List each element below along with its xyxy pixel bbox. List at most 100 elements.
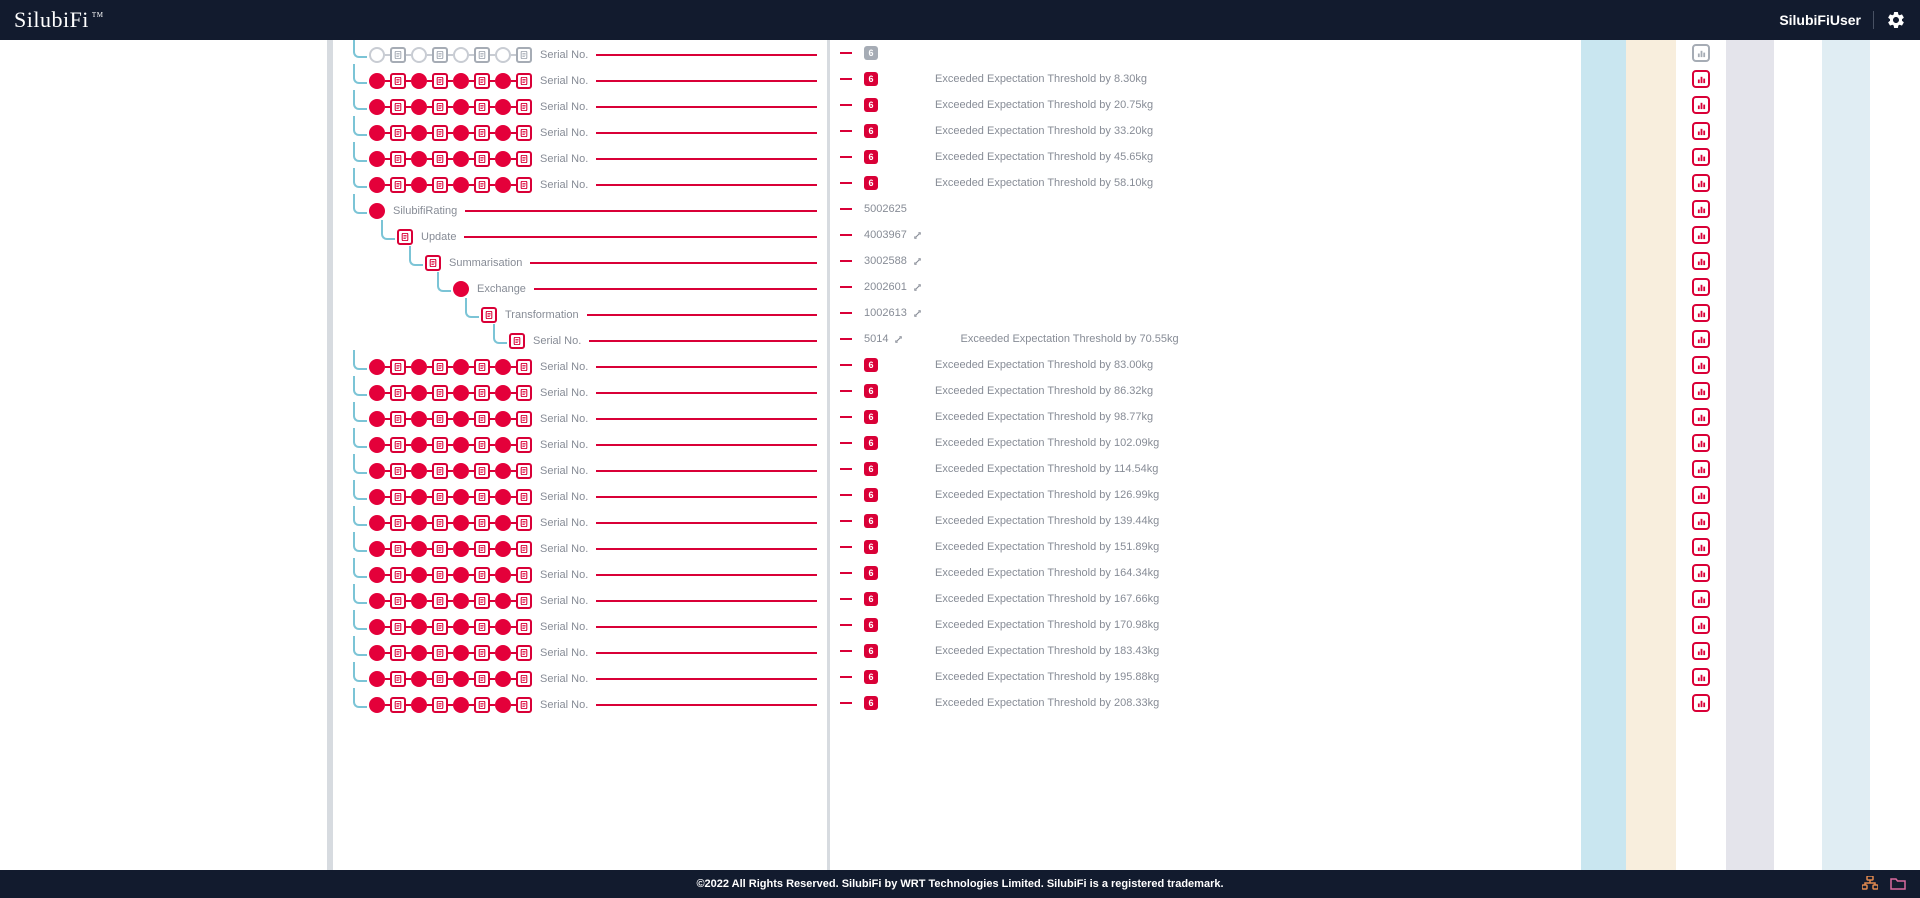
tree-row[interactable]: Serial No. xyxy=(333,692,827,718)
doc-icon[interactable] xyxy=(474,463,490,479)
doc-icon[interactable] xyxy=(390,541,406,557)
tree-row[interactable]: Serial No. xyxy=(333,146,827,172)
tree-row[interactable]: Serial No. xyxy=(333,562,827,588)
doc-icon[interactable] xyxy=(516,151,532,167)
user-label[interactable]: SilubiFiUser xyxy=(1779,12,1861,28)
chart-button[interactable] xyxy=(1692,538,1710,556)
doc-icon[interactable] xyxy=(432,437,448,453)
doc-icon[interactable] xyxy=(474,359,490,375)
doc-icon[interactable] xyxy=(390,489,406,505)
doc-icon[interactable] xyxy=(432,489,448,505)
tree-row[interactable]: Serial No. xyxy=(333,94,827,120)
doc-icon[interactable] xyxy=(509,333,525,349)
chart-button[interactable] xyxy=(1692,70,1710,88)
doc-icon[interactable] xyxy=(516,411,532,427)
doc-icon[interactable] xyxy=(516,619,532,635)
tree-row[interactable]: Serial No. xyxy=(333,432,827,458)
doc-icon[interactable] xyxy=(516,359,532,375)
chart-button[interactable] xyxy=(1692,356,1710,374)
tree-row[interactable]: Serial No. xyxy=(333,614,827,640)
doc-icon[interactable] xyxy=(516,437,532,453)
doc-icon[interactable] xyxy=(474,73,490,89)
doc-icon[interactable] xyxy=(390,671,406,687)
chart-button[interactable] xyxy=(1692,44,1710,62)
doc-icon[interactable] xyxy=(432,567,448,583)
doc-icon[interactable] xyxy=(516,177,532,193)
doc-icon[interactable] xyxy=(432,645,448,661)
chart-button[interactable] xyxy=(1692,304,1710,322)
tree-row[interactable]: Serial No. xyxy=(333,354,827,380)
external-link-icon[interactable] xyxy=(913,257,922,266)
doc-icon[interactable] xyxy=(516,671,532,687)
doc-icon[interactable] xyxy=(516,593,532,609)
doc-icon[interactable] xyxy=(390,125,406,141)
tree-row[interactable]: Exchange xyxy=(333,276,827,302)
chart-button[interactable] xyxy=(1692,694,1710,712)
doc-icon[interactable] xyxy=(432,47,448,63)
tree-row[interactable]: Serial No. xyxy=(333,484,827,510)
doc-icon[interactable] xyxy=(390,359,406,375)
doc-icon[interactable] xyxy=(432,411,448,427)
doc-icon[interactable] xyxy=(516,73,532,89)
doc-icon[interactable] xyxy=(390,437,406,453)
doc-icon[interactable] xyxy=(390,697,406,713)
doc-icon[interactable] xyxy=(516,567,532,583)
doc-icon[interactable] xyxy=(390,177,406,193)
external-link-icon[interactable] xyxy=(913,283,922,292)
doc-icon[interactable] xyxy=(390,645,406,661)
external-link-icon[interactable] xyxy=(913,309,922,318)
doc-icon[interactable] xyxy=(516,385,532,401)
doc-icon[interactable] xyxy=(432,125,448,141)
doc-icon[interactable] xyxy=(474,385,490,401)
doc-icon[interactable] xyxy=(516,99,532,115)
doc-icon[interactable] xyxy=(474,99,490,115)
chart-button[interactable] xyxy=(1692,642,1710,660)
chart-button[interactable] xyxy=(1692,486,1710,504)
tree-row[interactable]: Serial No. xyxy=(333,640,827,666)
external-link-icon[interactable] xyxy=(894,335,903,344)
gear-icon[interactable] xyxy=(1886,10,1906,30)
doc-icon[interactable] xyxy=(474,593,490,609)
doc-icon[interactable] xyxy=(432,177,448,193)
doc-icon[interactable] xyxy=(474,177,490,193)
doc-icon[interactable] xyxy=(516,489,532,505)
doc-icon[interactable] xyxy=(474,47,490,63)
doc-icon[interactable] xyxy=(432,99,448,115)
tree-row[interactable]: Serial No. xyxy=(333,328,827,354)
chart-button[interactable] xyxy=(1692,226,1710,244)
doc-icon[interactable] xyxy=(425,255,441,271)
tree-row[interactable]: Summarisation xyxy=(333,250,827,276)
doc-icon[interactable] xyxy=(474,619,490,635)
doc-icon[interactable] xyxy=(474,151,490,167)
doc-icon[interactable] xyxy=(516,645,532,661)
hierarchy-icon[interactable] xyxy=(1862,876,1878,893)
doc-icon[interactable] xyxy=(474,671,490,687)
tree-row[interactable]: Serial No. xyxy=(333,588,827,614)
doc-icon[interactable] xyxy=(432,671,448,687)
doc-icon[interactable] xyxy=(474,411,490,427)
tree-row[interactable]: Serial No. xyxy=(333,666,827,692)
doc-icon[interactable] xyxy=(432,697,448,713)
doc-icon[interactable] xyxy=(432,463,448,479)
doc-icon[interactable] xyxy=(516,541,532,557)
doc-icon[interactable] xyxy=(397,229,413,245)
doc-icon[interactable] xyxy=(516,125,532,141)
doc-icon[interactable] xyxy=(516,47,532,63)
doc-icon[interactable] xyxy=(481,307,497,323)
folder-icon[interactable] xyxy=(1890,876,1906,893)
doc-icon[interactable] xyxy=(390,515,406,531)
doc-icon[interactable] xyxy=(390,99,406,115)
chart-button[interactable] xyxy=(1692,174,1710,192)
chart-button[interactable] xyxy=(1692,330,1710,348)
chart-button[interactable] xyxy=(1692,252,1710,270)
chart-button[interactable] xyxy=(1692,278,1710,296)
chart-button[interactable] xyxy=(1692,668,1710,686)
doc-icon[interactable] xyxy=(474,697,490,713)
doc-icon[interactable] xyxy=(390,411,406,427)
doc-icon[interactable] xyxy=(390,151,406,167)
doc-icon[interactable] xyxy=(390,73,406,89)
doc-icon[interactable] xyxy=(390,385,406,401)
doc-icon[interactable] xyxy=(474,567,490,583)
chart-button[interactable] xyxy=(1692,96,1710,114)
doc-icon[interactable] xyxy=(432,541,448,557)
